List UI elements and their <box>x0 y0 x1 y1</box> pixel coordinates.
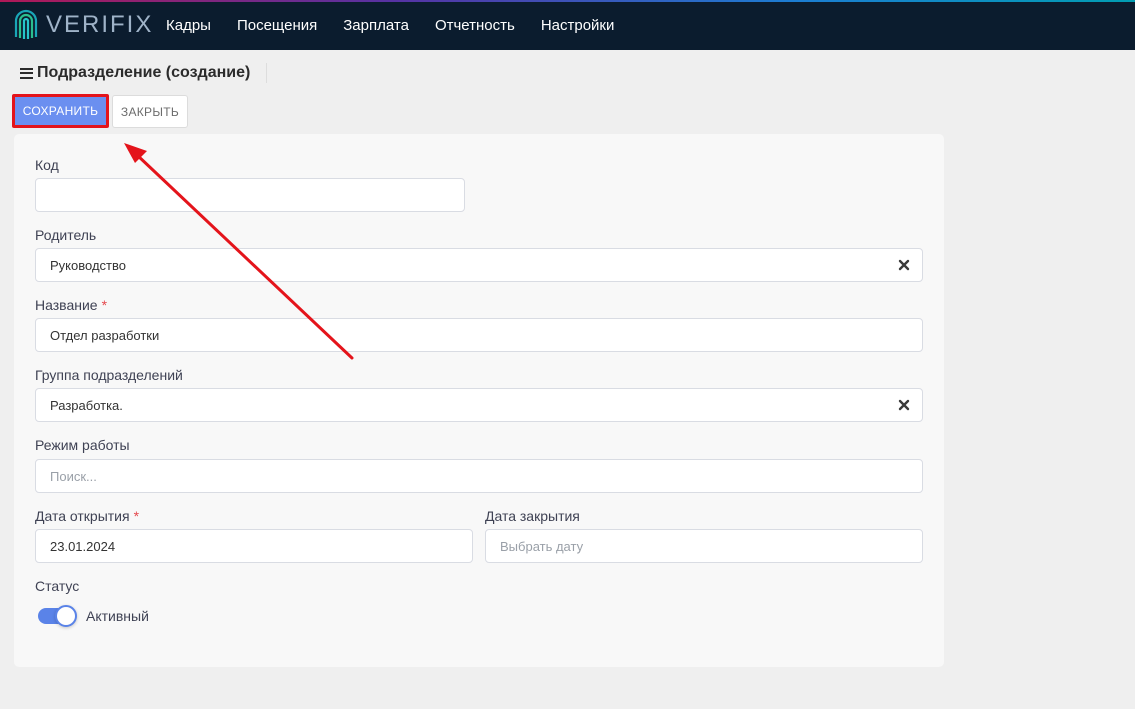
name-input[interactable]: Отдел разработки <box>35 318 923 352</box>
group-label: Группа подразделений <box>35 367 183 383</box>
page-title: Подразделение (создание) <box>20 62 250 84</box>
group-select[interactable]: Разработка. <box>35 388 923 422</box>
open-date-label: Дата открытия * <box>35 508 139 524</box>
parent-value: Руководство <box>50 257 126 273</box>
group-value: Разработка. <box>50 397 123 413</box>
status-label: Статус <box>35 578 80 594</box>
close-icon[interactable] <box>898 259 910 271</box>
code-label: Код <box>35 157 59 173</box>
title-divider <box>266 63 267 83</box>
logo-text: VERIFIX <box>46 11 154 38</box>
open-date-input[interactable]: 23.01.2024 <box>35 529 473 563</box>
name-label: Название * <box>35 297 107 313</box>
name-label-text: Название <box>35 297 98 313</box>
save-button[interactable]: СОХРАНИТЬ <box>12 94 109 128</box>
top-navbar: VERIFIX Кадры Посещения Зарплата Отчетно… <box>0 0 1135 50</box>
logo[interactable]: VERIFIX <box>12 6 153 44</box>
required-mark: * <box>133 508 140 524</box>
close-date-label: Дата закрытия <box>485 508 580 524</box>
parent-select[interactable]: Руководство <box>35 248 923 282</box>
toggle-knob <box>55 605 77 627</box>
main-nav: Кадры Посещения Зарплата Отчетность Наст… <box>166 0 640 50</box>
close-icon[interactable] <box>898 399 910 411</box>
page-title-text: Подразделение (создание) <box>37 64 251 81</box>
nav-item-staff[interactable]: Кадры <box>166 17 211 34</box>
close-date-input[interactable]: Выбрать дату <box>485 529 923 563</box>
status-toggle[interactable] <box>38 604 78 628</box>
schedule-search-input[interactable]: Поиск... <box>35 459 923 493</box>
open-date-label-text: Дата открытия <box>35 508 130 524</box>
code-input[interactable] <box>35 178 465 212</box>
schedule-label: Режим работы <box>35 437 130 453</box>
nav-item-attendance[interactable]: Посещения <box>237 17 317 34</box>
fingerprint-icon <box>14 9 38 39</box>
close-button[interactable]: ЗАКРЫТЬ <box>112 95 188 128</box>
nav-item-salary[interactable]: Зарплата <box>343 17 409 34</box>
hamburger-icon[interactable] <box>20 67 33 79</box>
nav-item-reports[interactable]: Отчетность <box>435 17 515 34</box>
required-mark: * <box>101 297 108 313</box>
parent-label: Родитель <box>35 227 97 243</box>
nav-item-settings[interactable]: Настройки <box>541 17 615 34</box>
status-value: Активный <box>86 608 149 624</box>
